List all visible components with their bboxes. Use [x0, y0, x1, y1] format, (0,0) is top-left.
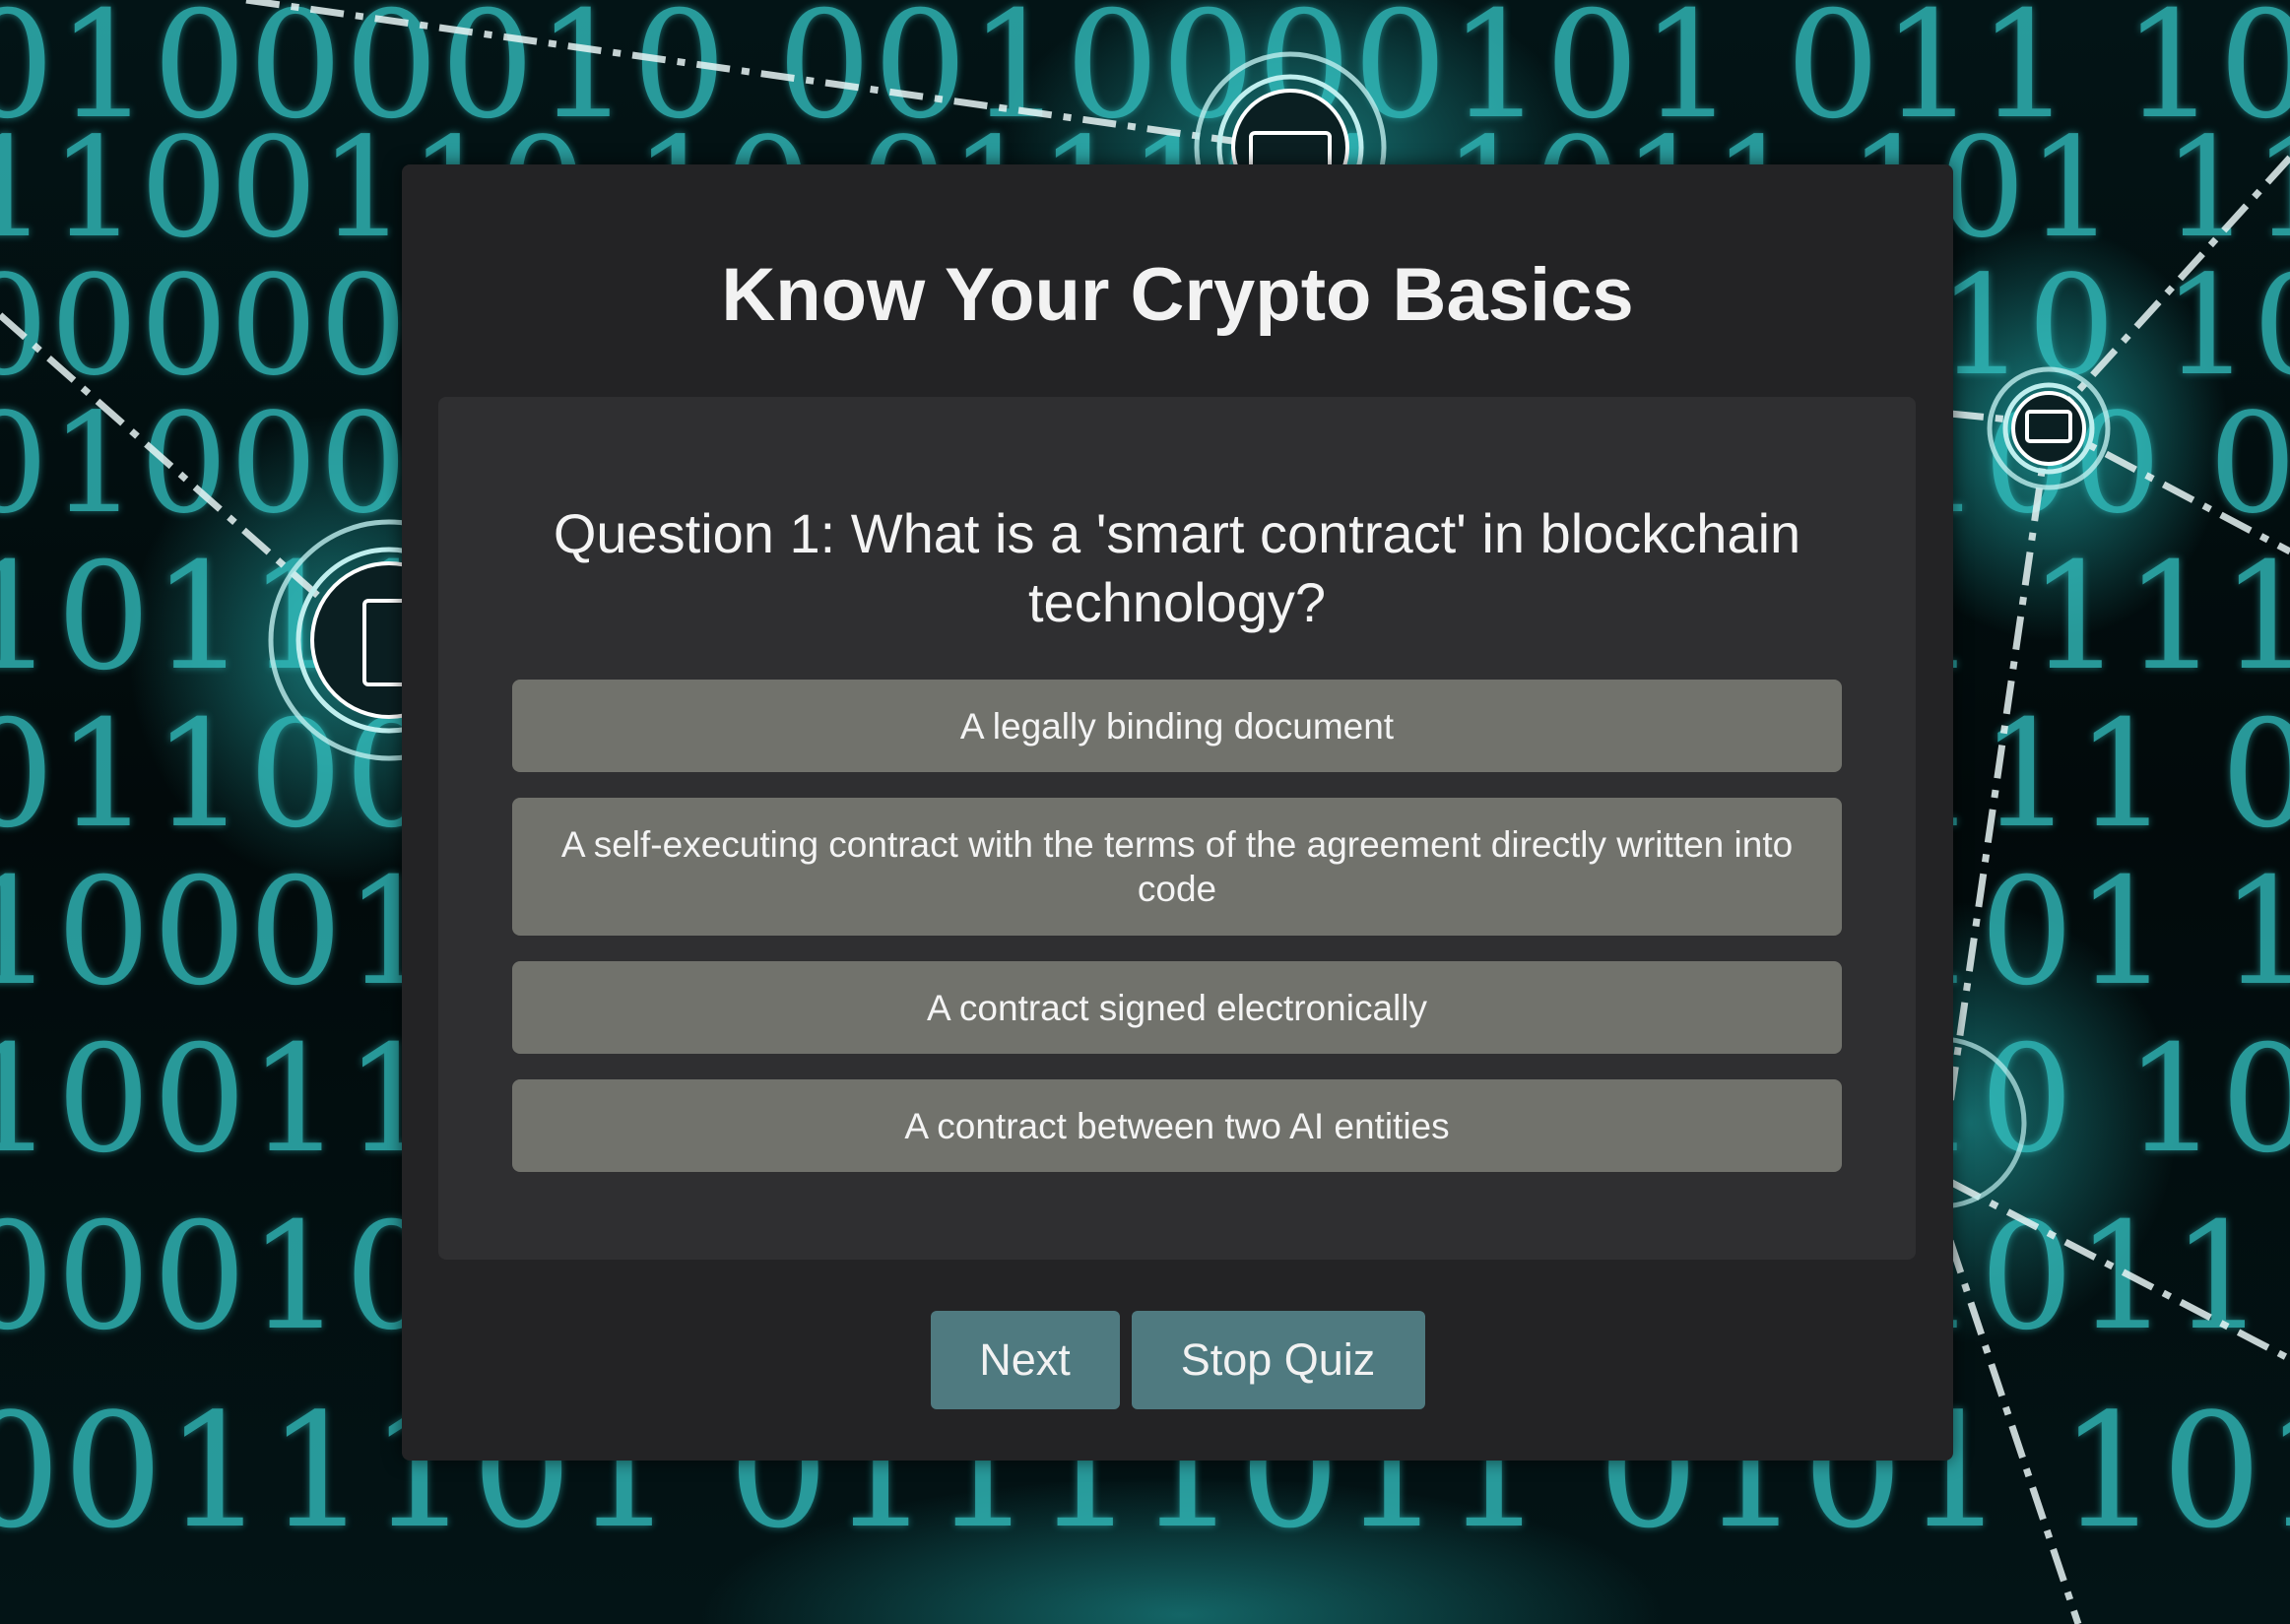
- next-button[interactable]: Next: [930, 1311, 1120, 1409]
- quiz-panel: Know Your Crypto Basics Question 1: What…: [402, 164, 1953, 1461]
- stop-quiz-button[interactable]: Stop Quiz: [1131, 1311, 1425, 1409]
- quiz-title: Know Your Crypto Basics: [721, 253, 1634, 337]
- quiz-controls: Next Stop Quiz: [402, 1311, 1953, 1409]
- answer-option-3[interactable]: A contract signed electronically: [512, 961, 1842, 1054]
- question-text: Question 1: What is a 'smart contract' i…: [553, 502, 1801, 633]
- answer-option-2[interactable]: A self-executing contract with the terms…: [512, 798, 1842, 936]
- answer-option-4[interactable]: A contract between two AI entities: [512, 1079, 1842, 1172]
- answer-option-1[interactable]: A legally binding document: [512, 680, 1842, 772]
- answer-list: A legally binding document A self-execut…: [512, 680, 1842, 1198]
- question-card: Question 1: What is a 'smart contract' i…: [438, 397, 1916, 1260]
